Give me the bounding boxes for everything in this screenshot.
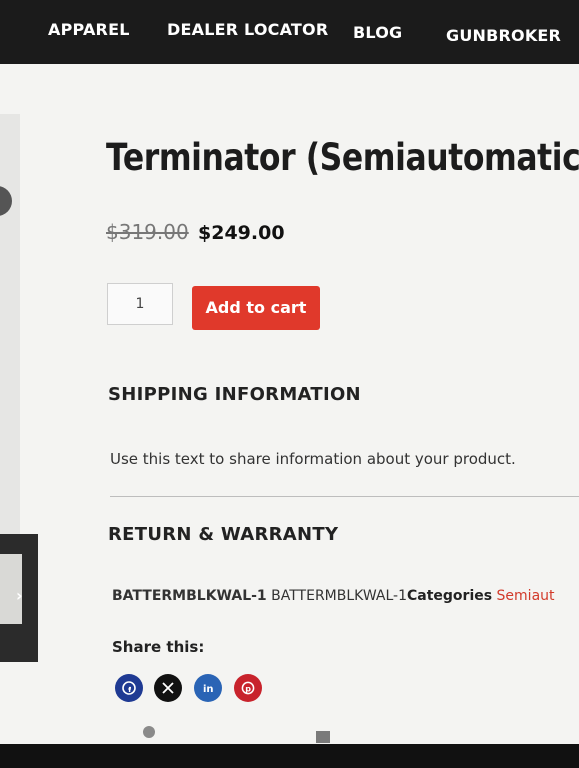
x-icon[interactable]	[154, 674, 182, 702]
sku-value: BATTERMBLKWAL-1	[271, 588, 407, 604]
category-link[interactable]: Semiaut	[497, 588, 555, 604]
top-navigation: APPAREL DEALER LOCATOR BLOG GUNBROKER	[0, 0, 579, 68]
shipping-description: Use this text to share information about…	[110, 450, 516, 468]
product-title: Terminator (Semiautomatic), Bla	[106, 136, 579, 179]
shipping-heading[interactable]: SHIPPING INFORMATION	[108, 384, 361, 405]
nav-item-blog[interactable]: BLOG	[353, 23, 402, 42]
svg-text:p: p	[245, 685, 251, 694]
footer-area	[0, 714, 579, 744]
chevron-right-icon[interactable]: ›	[16, 586, 23, 605]
quantity-input[interactable]: 1	[107, 283, 173, 325]
sale-price: $249.00	[198, 222, 285, 244]
pinterest-icon[interactable]: p	[234, 674, 262, 702]
nav-item-dealer-locator[interactable]: DEALER LOCATOR	[167, 20, 328, 39]
bottom-bar	[0, 744, 579, 768]
facebook-icon[interactable]	[115, 674, 143, 702]
product-meta: BATTERMBLKWAL-1 BATTERMBLKWAL-1Categorie…	[112, 588, 555, 604]
categories-label: Categories	[407, 588, 493, 604]
product-page: › Terminator (Semiautomatic), Bla $319.0…	[0, 64, 579, 744]
gallery-nav-button[interactable]	[0, 186, 12, 216]
footer-dot	[143, 726, 155, 738]
old-price: $319.00	[106, 220, 189, 244]
svg-text:in: in	[203, 684, 214, 695]
return-warranty-heading[interactable]: RETURN & WARRANTY	[108, 524, 338, 545]
divider	[110, 496, 579, 497]
gallery-thumbnail[interactable]: ›	[0, 534, 38, 662]
share-title: Share this:	[112, 638, 205, 656]
footer-square	[316, 731, 330, 743]
sku-label: BATTERMBLKWAL-1	[112, 588, 267, 604]
nav-item-apparel[interactable]: APPAREL	[48, 20, 130, 39]
linkedin-icon[interactable]: in	[194, 674, 222, 702]
nav-item-gunbroker[interactable]: GUNBROKER	[446, 26, 561, 45]
product-image-gallery[interactable]	[0, 114, 20, 534]
add-to-cart-button[interactable]: Add to cart	[192, 286, 320, 330]
